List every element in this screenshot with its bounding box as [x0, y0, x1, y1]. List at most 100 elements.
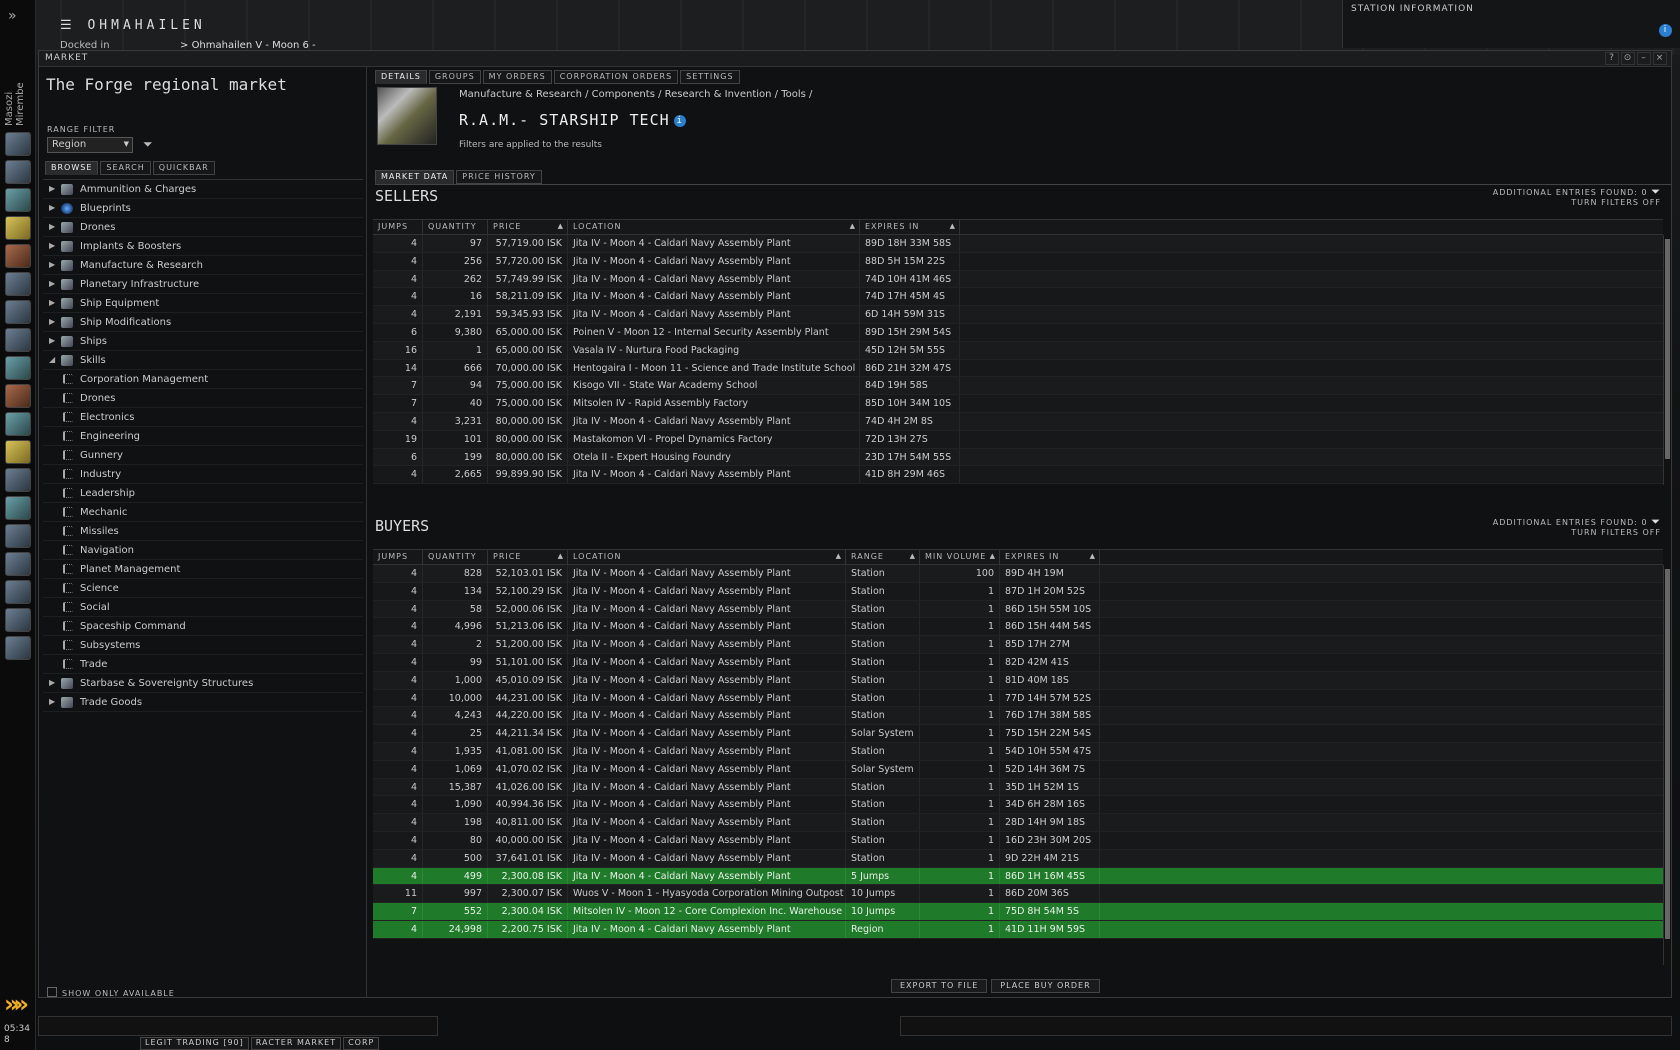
tree-subitem[interactable]: Social	[43, 598, 363, 617]
tree-subitem[interactable]: Electronics	[43, 408, 363, 427]
sellers-row[interactable]: 16 1 65,000.00 ISK Vasala IV - Nurtura Food…	[373, 341, 1663, 360]
expand-arrow-icon[interactable]: ▶	[49, 203, 55, 212]
sellers-col-jumps[interactable]: JUMPS	[373, 220, 423, 234]
tab-my-orders[interactable]: MY ORDERS	[482, 70, 552, 84]
people-icon[interactable]	[5, 160, 31, 184]
map-icon[interactable]	[5, 272, 31, 296]
buyers-row[interactable]: 4 58 52,000.06 ISK Jita IV - Moon 4 - Calda…	[373, 600, 1663, 619]
tree-category[interactable]: ▶ Blueprints	[43, 199, 363, 218]
sellers-row[interactable]: 6 199 80,000.00 ISK Otela II - Expert Housi…	[373, 448, 1663, 467]
buyers-scroll-thumb[interactable]	[1665, 569, 1670, 939]
place-buy-order-button[interactable]: PLACE BUY ORDER	[991, 979, 1100, 993]
buyers-row[interactable]: 4 500 37,641.01 ISK Jita IV - Moon 4 - Cald…	[373, 849, 1663, 868]
tree-subitem[interactable]: Corporation Management	[43, 370, 363, 389]
tree-category[interactable]: ▶ Ships	[43, 332, 363, 351]
help-icon[interactable]	[5, 468, 31, 492]
sellers-scrollbar[interactable]	[1663, 235, 1671, 485]
sellers-row[interactable]: 19 101 80,000.00 ISK Mastakomon VI - Propel…	[373, 430, 1663, 449]
buyers-row[interactable]: 4 2 51,200.00 ISK Jita IV - Moon 4 - Caldar…	[373, 636, 1663, 654]
expand-arrow-icon[interactable]: ▶	[49, 298, 55, 307]
wallet-icon[interactable]	[5, 524, 31, 548]
journal-icon[interactable]	[5, 244, 31, 268]
buyers-row[interactable]: 4 4,243 44,220.00 ISK Jita IV - Moon 4 - Ca…	[373, 707, 1663, 726]
tab-browse[interactable]: BROWSE	[45, 161, 99, 175]
system-name[interactable]: ☰ OHMAHAILEN	[60, 18, 206, 33]
buyers-turn-filters-off[interactable]: TURN FILTERS OFF	[1571, 528, 1661, 537]
chat-tab-2[interactable]: CORP	[343, 1037, 380, 1050]
export-to-file-button[interactable]: EXPORT TO FILE	[891, 979, 988, 993]
mail-icon[interactable]	[5, 188, 31, 212]
tree-category[interactable]: ▶ Manufacture & Research	[43, 256, 363, 275]
sellers-row[interactable]: 6 9,380 65,000.00 ISK Poinen V - Moon 12 - …	[373, 323, 1663, 342]
tree-category[interactable]: ▶ Planetary Infrastructure	[43, 275, 363, 294]
industry-icon[interactable]	[5, 384, 31, 408]
fitting-icon[interactable]	[5, 356, 31, 380]
tree-subitem[interactable]: Navigation	[43, 541, 363, 560]
buyers-col-location[interactable]: LOCATION ▲	[568, 550, 846, 564]
sellers-row[interactable]: 4 2,665 99,899.90 ISK Jita IV - Moon 4 - Ca…	[373, 466, 1663, 485]
tree-subitem[interactable]: Planet Management	[43, 560, 363, 579]
tab-corporation-orders[interactable]: CORPORATION ORDERS	[553, 70, 679, 84]
expand-arrow-icon[interactable]: ▶	[49, 336, 55, 345]
range-select[interactable]: Region	[47, 137, 133, 153]
station-icon[interactable]	[5, 636, 31, 660]
sellers-row[interactable]: 4 256 57,720.00 ISK Jita IV - Moon 4 - Cald…	[373, 252, 1663, 271]
agent-icon[interactable]	[5, 580, 31, 604]
tab-groups[interactable]: GROUPS	[428, 70, 481, 84]
buyers-row[interactable]: 4 134 52,100.29 ISK Jita IV - Moon 4 - Cald…	[373, 582, 1663, 601]
tab-market-data[interactable]: MARKET DATA	[375, 170, 455, 184]
sellers-scroll-thumb[interactable]	[1665, 239, 1670, 459]
tab-quickbar[interactable]: QUICKBAR	[152, 161, 215, 175]
buyers-row[interactable]: 4 15,387 41,026.00 ISK Jita IV - Moon 4 - C…	[373, 778, 1663, 797]
tree-category[interactable]: ▶ Drones	[43, 218, 363, 237]
sellers-row[interactable]: 4 2,191 59,345.93 ISK Jita IV - Moon 4 - Ca…	[373, 306, 1663, 324]
tree-subitem[interactable]: Leadership	[43, 484, 363, 503]
notepad-icon[interactable]	[5, 216, 31, 240]
buyers-row[interactable]: 7 552 2,300.04 ISK Mitsolen IV - Moon 12 - …	[373, 903, 1663, 921]
buyers-row[interactable]: 4 499 2,300.08 ISK Jita IV - Moon 4 - Calda…	[373, 867, 1663, 886]
buyers-row[interactable]: 4 24,998 2,200.75 ISK Jita IV - Moon 4 - Ca…	[373, 920, 1663, 939]
sort-icon[interactable]: ▲	[990, 552, 996, 560]
tree-subitem[interactable]: Trade	[43, 655, 363, 674]
contracts-icon[interactable]	[5, 440, 31, 464]
window-title-bar[interactable]: MARKET ? ⊙ – ×	[39, 51, 1671, 67]
expand-arrow-icon[interactable]: ▶	[49, 260, 55, 269]
sort-icon[interactable]: ▲	[1090, 552, 1096, 560]
tab-price-history[interactable]: PRICE HISTORY	[456, 170, 542, 184]
sellers-row[interactable]: 4 3,231 80,000.00 ISK Jita IV - Moon 4 - Ca…	[373, 412, 1663, 431]
buyers-col-quantity[interactable]: QUANTITY	[423, 550, 488, 564]
sellers-row[interactable]: 14 666 70,000.00 ISK Hentogaira I - Moon 11…	[373, 359, 1663, 378]
buyers-row[interactable]: 11 997 2,300.07 ISK Wuos V - Moon 1 - Hyasy…	[373, 885, 1663, 904]
breadcrumb[interactable]: Manufacture & Research / Components / Re…	[459, 89, 812, 100]
tree-subitem[interactable]: Engineering	[43, 427, 363, 446]
tree-subitem[interactable]: Industry	[43, 465, 363, 484]
expand-arrow-icon[interactable]: ▶	[49, 317, 55, 326]
sellers-col-quantity[interactable]: QUANTITY	[423, 220, 488, 234]
expand-arrow-icon[interactable]: ▶	[49, 184, 55, 193]
buyers-col-min-volume[interactable]: MIN VOLUME ▲	[920, 550, 1000, 564]
sellers-row[interactable]: 4 262 57,749.99 ISK Jita IV - Moon 4 - Cald…	[373, 270, 1663, 289]
sellers-row[interactable]: 7 94 75,000.00 ISK Kisogo VII - State War A…	[373, 377, 1663, 396]
item-info-icon[interactable]: i	[673, 115, 686, 127]
buyers-col-expires-in[interactable]: EXPIRES IN ▲	[1000, 550, 1100, 564]
drone-icon[interactable]	[5, 608, 31, 632]
star-map-icon[interactable]	[5, 300, 31, 324]
tab-settings[interactable]: SETTINGS	[680, 70, 740, 84]
chat-input-right[interactable]	[900, 1016, 1672, 1036]
expand-arrow-icon[interactable]: ▶	[49, 697, 55, 706]
buyers-scrollbar[interactable]	[1663, 565, 1671, 965]
sort-icon[interactable]: ▲	[910, 552, 916, 560]
buyers-row[interactable]: 4 99 51,101.00 ISK Jita IV - Moon 4 - Calda…	[373, 653, 1663, 672]
window-control-2[interactable]: –	[1637, 52, 1651, 65]
sort-icon[interactable]: ▲	[836, 552, 842, 560]
buyers-row[interactable]: 4 1,069 41,070.02 ISK Jita IV - Moon 4 - Ca…	[373, 760, 1663, 779]
tree-subitem[interactable]: Science	[43, 579, 363, 598]
sellers-col-location[interactable]: LOCATION ▲	[568, 220, 860, 234]
corporation-icon[interactable]	[5, 552, 31, 576]
tree-subitem[interactable]: Subsystems	[43, 636, 363, 655]
window-control-0[interactable]: ?	[1605, 52, 1619, 65]
buyers-filter-icon[interactable]: ⏷	[1651, 515, 1661, 528]
item-icon[interactable]	[377, 87, 437, 145]
assets-icon[interactable]	[5, 496, 31, 520]
sort-icon[interactable]: ▲	[950, 222, 956, 230]
